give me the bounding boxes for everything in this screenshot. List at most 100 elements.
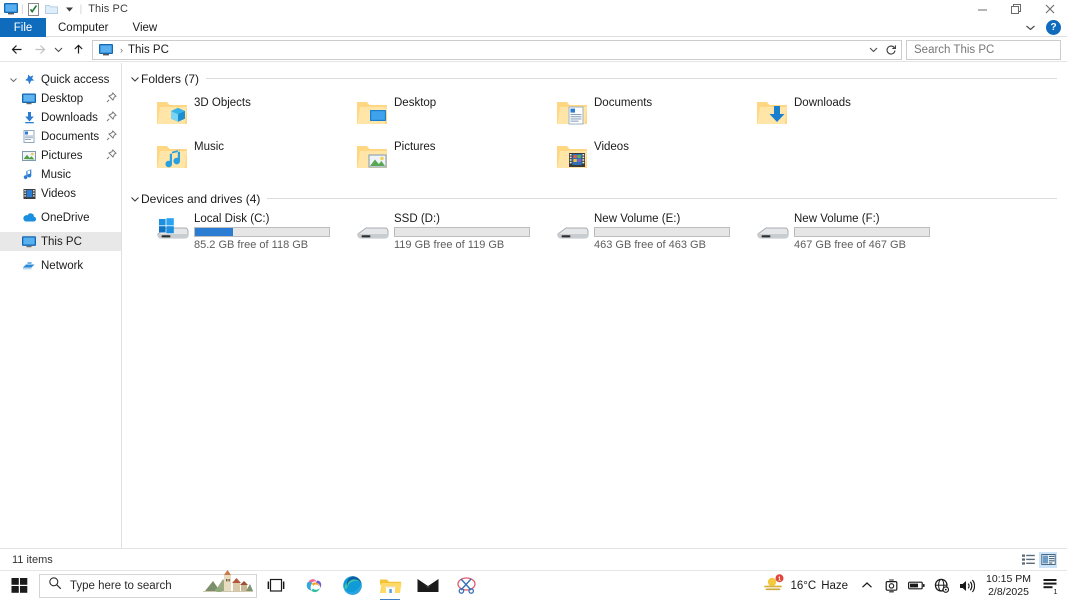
sidebar-item-label: Quick access [41, 73, 110, 86]
customize-dropdown-icon[interactable] [61, 1, 79, 18]
drive-usage-bar [594, 227, 730, 237]
tab-computer[interactable]: Computer [46, 18, 121, 37]
sidebar-item-downloads[interactable]: Downloads [0, 108, 121, 127]
pin-icon[interactable] [106, 148, 117, 163]
clock[interactable]: 10:15 PM 2/8/2025 [979, 573, 1038, 599]
drive-item-f[interactable]: New Volume (F:) 467 GB free of 467 GB [750, 209, 950, 253]
chevron-down-icon[interactable] [128, 75, 141, 83]
forward-button[interactable] [28, 39, 50, 61]
copilot-taskbar-icon[interactable] [295, 571, 333, 600]
sidebar-item-label: OneDrive [41, 211, 90, 224]
this-pc-icon[interactable] [2, 1, 20, 18]
start-button[interactable] [0, 571, 38, 600]
folder-item-videos[interactable]: Videos [550, 134, 750, 178]
chevron-down-icon[interactable] [865, 41, 882, 59]
windows-drive-icon [150, 213, 194, 249]
restore-button[interactable] [999, 0, 1033, 18]
file-list-pane[interactable]: Folders (7) 3D Objects Desktop Documents… [122, 63, 1067, 548]
sidebar-item-quick-access[interactable]: Quick access [0, 70, 121, 89]
folders-group-title: Folders (7) [141, 71, 200, 86]
sidebar-item-documents[interactable]: Documents [0, 127, 121, 146]
drive-item-d[interactable]: SSD (D:) 119 GB free of 119 GB [350, 209, 550, 253]
close-button[interactable] [1033, 0, 1067, 18]
action-center-button[interactable]: 1 [1038, 577, 1065, 595]
folder-item-desktop[interactable]: Desktop [350, 90, 550, 134]
sidebar-item-pictures[interactable]: Pictures [0, 146, 121, 165]
drives-group-title: Devices and drives (4) [141, 191, 261, 206]
pin-icon[interactable] [106, 91, 117, 106]
breadcrumb-current[interactable]: This PC [128, 44, 169, 56]
weather-widget[interactable]: 1 16°C Haze [759, 573, 854, 598]
large-icons-view-button[interactable] [1039, 551, 1057, 568]
title-bar: | | This PC [0, 0, 1067, 18]
task-view-button[interactable] [257, 571, 295, 600]
group-divider [267, 198, 1057, 199]
drive-name: New Volume (E:) [594, 213, 681, 225]
refresh-icon[interactable] [882, 41, 899, 59]
downloads-icon [20, 111, 38, 124]
sidebar-item-desktop[interactable]: Desktop [0, 89, 121, 108]
volume-tray-icon[interactable] [954, 579, 979, 593]
window-title: This PC [88, 3, 129, 15]
snipping-tool-taskbar-icon[interactable] [447, 571, 485, 600]
help-button[interactable]: ? [1046, 20, 1061, 35]
chevron-down-icon[interactable] [6, 76, 20, 84]
folder-item-documents[interactable]: Documents [550, 90, 750, 134]
haze-weather-icon: 1 [763, 573, 785, 598]
sidebar-item-music[interactable]: Music [0, 165, 121, 184]
breadcrumb-separator: › [120, 44, 123, 55]
sidebar-item-videos[interactable]: Videos [0, 184, 121, 203]
this-pc-icon [20, 235, 38, 248]
sidebar-item-network[interactable]: Network [0, 256, 121, 275]
folder-item-label: Documents [594, 97, 653, 109]
item-count: 11 items [12, 553, 53, 566]
search-box[interactable] [906, 39, 1067, 60]
drive-info: SSD (D:) 119 GB free of 119 GB [394, 213, 530, 251]
drive-item-c[interactable]: Local Disk (C:) 85.2 GB free of 118 GB [150, 209, 350, 253]
drive-item-e[interactable]: New Volume (E:) 463 GB free of 463 GB [550, 209, 750, 253]
tab-file[interactable]: File [0, 18, 46, 37]
folder-item-3d-objects[interactable]: 3D Objects [150, 90, 350, 134]
pin-icon[interactable] [106, 129, 117, 144]
drive-free-space: 463 GB free of 463 GB [594, 239, 706, 251]
taskbar-search-box[interactable]: Type here to search [39, 569, 257, 598]
up-button[interactable] [67, 39, 89, 61]
file-explorer-taskbar-icon[interactable] [371, 571, 409, 600]
chevron-down-icon[interactable] [128, 195, 141, 203]
sidebar-item-label: This PC [41, 235, 82, 248]
navigation-pane[interactable]: Quick access Desktop Downloads Documents… [0, 63, 122, 548]
ribbon-tabs: File Computer View ? [0, 18, 1067, 37]
mail-taskbar-icon[interactable] [409, 571, 447, 600]
sidebar-item-this-pc[interactable]: This PC [0, 232, 121, 251]
breadcrumb[interactable]: › This PC [92, 39, 902, 60]
chevron-down-icon[interactable] [1022, 20, 1038, 36]
folder-downloads-icon [750, 93, 794, 133]
folder-item-downloads[interactable]: Downloads [750, 90, 950, 134]
folder-item-music[interactable]: Music [150, 134, 350, 178]
properties-icon[interactable] [25, 1, 43, 18]
documents-icon [20, 130, 38, 143]
sidebar-item-label: Videos [41, 187, 76, 200]
drives-group-header[interactable]: Devices and drives (4) [128, 190, 1067, 207]
webcam-tray-icon[interactable] [879, 578, 904, 593]
minimize-button[interactable] [965, 0, 999, 18]
folder-item-pictures[interactable]: Pictures [350, 134, 550, 178]
recent-locations-icon[interactable] [50, 39, 67, 61]
search-input[interactable] [914, 43, 1067, 56]
battery-tray-icon[interactable] [904, 580, 929, 591]
new-folder-icon[interactable] [43, 1, 61, 18]
back-button[interactable] [6, 39, 28, 61]
pin-icon[interactable] [106, 110, 117, 125]
show-hidden-icons-chevron-up-icon[interactable] [854, 581, 879, 590]
drive-usage-bar [794, 227, 930, 237]
network-tray-icon[interactable] [929, 578, 954, 593]
sidebar-item-onedrive[interactable]: OneDrive [0, 208, 121, 227]
status-bar: 11 items [0, 548, 1067, 570]
tab-view[interactable]: View [121, 18, 170, 37]
folders-group-header[interactable]: Folders (7) [128, 70, 1067, 87]
details-view-button[interactable] [1019, 552, 1037, 568]
drive-usage-fill [195, 228, 233, 236]
edge-taskbar-icon[interactable] [333, 571, 371, 600]
drive-icon [350, 213, 394, 249]
drive-usage-bar [394, 227, 530, 237]
